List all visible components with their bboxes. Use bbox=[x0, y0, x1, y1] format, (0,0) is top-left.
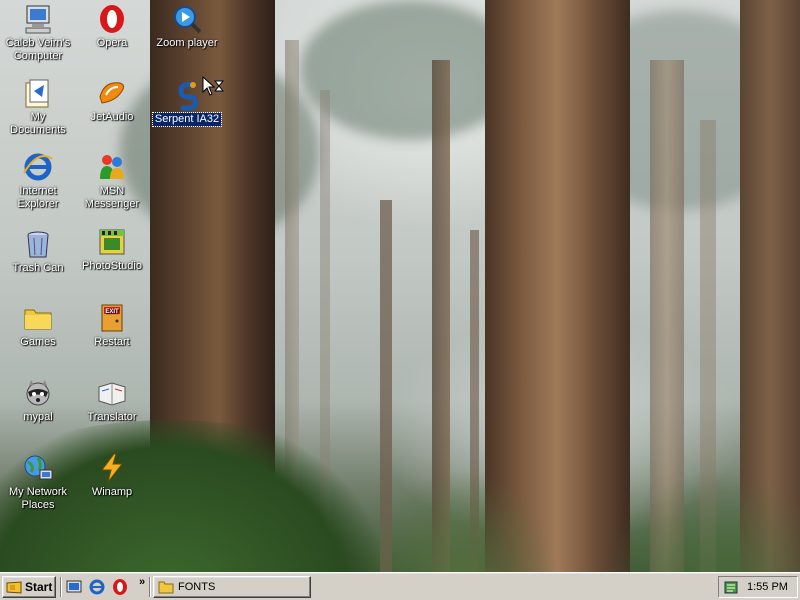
jetaudio-icon bbox=[96, 77, 128, 109]
quick-launch-chevron[interactable]: » bbox=[139, 576, 145, 588]
task-label: FONTS bbox=[178, 581, 216, 593]
desktop-icon-games[interactable]: Games bbox=[1, 302, 75, 349]
taskbar-separator bbox=[60, 577, 62, 597]
raccoon-icon bbox=[22, 377, 54, 409]
desktop-icon-photostudio[interactable]: PhotoStudio bbox=[75, 226, 149, 273]
winamp-icon bbox=[96, 452, 128, 484]
translator-icon bbox=[96, 377, 128, 409]
my-documents-icon bbox=[22, 77, 54, 109]
taskbar: Start » FONTS 1:55 PM bbox=[0, 572, 800, 600]
desktop-icon-translator[interactable]: Translator bbox=[75, 377, 149, 424]
desktop-icon-msn-messenger[interactable]: MSN Messenger bbox=[75, 151, 149, 211]
desktop-icon-zoom-player[interactable]: Zoom player bbox=[150, 3, 224, 50]
show-desktop-icon[interactable] bbox=[65, 578, 83, 596]
start-label: Start bbox=[25, 580, 53, 594]
internet-explorer-icon bbox=[22, 151, 54, 183]
serpent-icon bbox=[171, 79, 203, 111]
start-button[interactable]: Start bbox=[2, 576, 56, 598]
desktop-icon-my-computer[interactable]: Caleb Veirn's Computer bbox=[1, 3, 75, 63]
system-tray: 1:55 PM bbox=[718, 576, 798, 598]
taskbar-button-fonts[interactable]: FONTS bbox=[153, 576, 311, 598]
msn-messenger-icon bbox=[96, 151, 128, 183]
svg-text:EXIT: EXIT bbox=[105, 309, 119, 315]
opera-icon bbox=[96, 3, 128, 35]
desktop-icon-restart[interactable]: EXIT Restart bbox=[75, 302, 149, 349]
folder-icon bbox=[158, 581, 174, 594]
taskbar-separator bbox=[149, 577, 151, 597]
desktop-icon-mypal[interactable]: mypal bbox=[1, 377, 75, 424]
desktop-icon-winamp[interactable]: Winamp bbox=[75, 452, 149, 499]
network-places-icon bbox=[22, 452, 54, 484]
opera-icon[interactable] bbox=[111, 578, 129, 596]
tray-app-icon[interactable] bbox=[723, 579, 739, 595]
folder-icon bbox=[22, 302, 54, 334]
exit-icon: EXIT bbox=[96, 302, 128, 334]
trash-can-icon bbox=[22, 228, 54, 260]
clock[interactable]: 1:55 PM bbox=[747, 581, 788, 593]
internet-explorer-icon[interactable] bbox=[88, 578, 106, 596]
windows-logo-icon bbox=[6, 581, 22, 594]
zoom-player-icon bbox=[171, 3, 203, 35]
busy-cursor-icon bbox=[202, 76, 224, 96]
desktop[interactable]: Caleb Veirn's Computer My Documents Inte… bbox=[0, 0, 800, 572]
my-computer-icon bbox=[22, 3, 54, 35]
photostudio-icon bbox=[96, 226, 128, 258]
desktop-icon-internet-explorer[interactable]: Internet Explorer bbox=[1, 151, 75, 211]
desktop-icon-opera[interactable]: Opera bbox=[75, 3, 149, 50]
desktop-icon-my-documents[interactable]: My Documents bbox=[1, 77, 75, 137]
desktop-icon-my-network-places[interactable]: My Network Places bbox=[1, 452, 75, 512]
desktop-icon-trash-can[interactable]: Trash Can bbox=[1, 228, 75, 275]
desktop-icon-jetaudio[interactable]: JetAudio bbox=[75, 77, 149, 124]
